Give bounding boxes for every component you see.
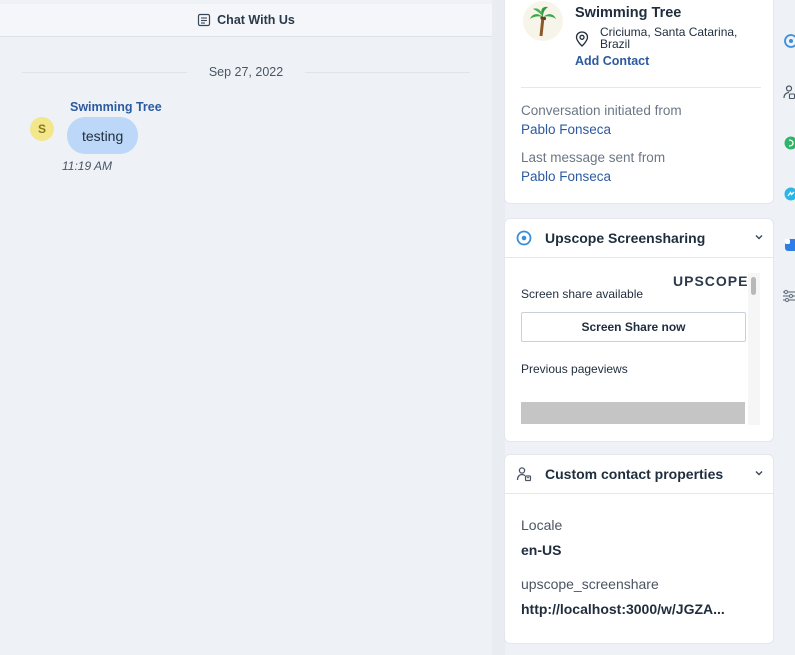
screen-share-button[interactable]: Screen Share now [521,312,746,342]
chat-list-icon [198,13,211,27]
date-separator-label: Sep 27, 2022 [208,65,284,79]
palm-tree-icon [530,6,556,37]
upscope-card-title: Upscope Screensharing [545,230,706,246]
date-separator: Sep 27, 2022 [22,62,470,82]
upscope-icon [516,230,532,246]
custom-properties-header[interactable]: Custom contact properties [505,455,773,494]
contact-properties-icon[interactable] [782,84,795,100]
message-bubble[interactable]: testing [67,117,139,154]
date-separator-line-left [22,71,187,73]
settings-sliders-icon[interactable] [782,288,795,304]
green-app-icon[interactable] [782,135,795,151]
upscope-icon[interactable] [782,33,795,49]
custom-properties-card: Custom contact properties Locale en-US u… [504,454,774,644]
add-contact-link[interactable]: Add Contact [575,54,649,68]
contact-properties-icon [516,467,532,482]
contact-name: Swimming Tree [575,5,682,21]
upscope-scrollbar[interactable] [748,273,760,425]
contact-avatar [523,1,563,41]
contact-location: Criciuma, Santa Catarina, Brazil [600,25,738,51]
property-label: Locale [521,517,563,533]
property-label: upscope_screenshare [521,576,659,592]
contact-card-divider [521,87,761,88]
last-message-label: Last message sent from [521,150,666,165]
sender-avatar[interactable]: S [30,117,54,141]
previous-pageviews-label: Previous pageviews [521,362,628,376]
conversation-initiated-label: Conversation initiated from [521,103,682,118]
chevron-down-icon[interactable] [753,231,765,243]
message-sender-name[interactable]: Swimming Tree [70,100,162,114]
screen-share-status: Screen share available [521,287,644,301]
chat-pane: Chat With Us Sep 27, 2022 S Swimming Tre… [0,0,492,655]
chevron-down-icon[interactable] [753,467,765,479]
property-value: en-US [521,542,562,558]
messenger-icon[interactable] [782,186,795,202]
chat-header: Chat With Us [0,4,492,37]
location-pin-icon [575,31,589,47]
pageview-placeholder-bar [521,402,745,424]
upscope-card: Upscope Screensharing UPSCOPE Screen sha… [504,218,774,442]
blue-app-icon[interactable] [782,237,795,253]
chat-title: Chat With Us [217,13,295,27]
property-value[interactable]: http://localhost:3000/w/JGZA... [521,601,725,617]
upscope-card-header[interactable]: Upscope Screensharing [505,219,773,258]
upscope-scrollbar-thumb[interactable] [751,277,756,295]
date-separator-line-right [305,71,470,73]
upscope-logo: UPSCOPE [673,273,749,289]
message-text: testing [82,127,124,144]
last-message-link[interactable]: Pablo Fonseca [521,169,611,184]
contact-card: Swimming Tree Criciuma, Santa Catarina, … [504,0,774,204]
conversation-initiated-link[interactable]: Pablo Fonseca [521,122,611,137]
custom-properties-title: Custom contact properties [545,466,724,482]
message-timestamp: 11:19 AM [62,159,113,173]
